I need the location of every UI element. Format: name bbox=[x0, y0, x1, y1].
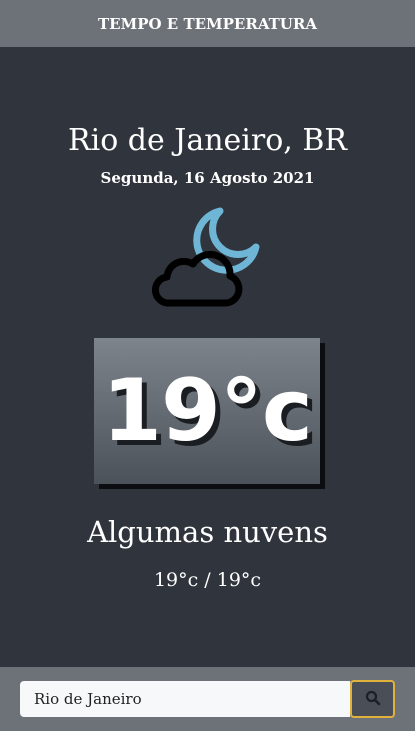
city-search-input[interactable] bbox=[20, 681, 350, 717]
search-bar bbox=[0, 667, 415, 731]
city-name: Rio de Janeiro, BR bbox=[68, 123, 347, 158]
search-icon bbox=[365, 690, 381, 709]
temperature-value: 19°c bbox=[102, 361, 313, 461]
temperature-card: 19°c bbox=[94, 338, 320, 484]
app-header: TEMPO E TEMPERATURA bbox=[0, 0, 415, 47]
min-max-temperature: 19°c / 19°c bbox=[153, 569, 262, 591]
app-title: TEMPO E TEMPERATURA bbox=[98, 14, 317, 33]
search-button[interactable] bbox=[350, 680, 395, 718]
cloud-moon-icon bbox=[148, 199, 268, 314]
current-date: Segunda, 16 Agosto 2021 bbox=[100, 169, 315, 187]
weather-panel: Rio de Janeiro, BR Segunda, 16 Agosto 20… bbox=[0, 47, 415, 667]
weather-description: Algumas nuvens bbox=[87, 515, 328, 549]
